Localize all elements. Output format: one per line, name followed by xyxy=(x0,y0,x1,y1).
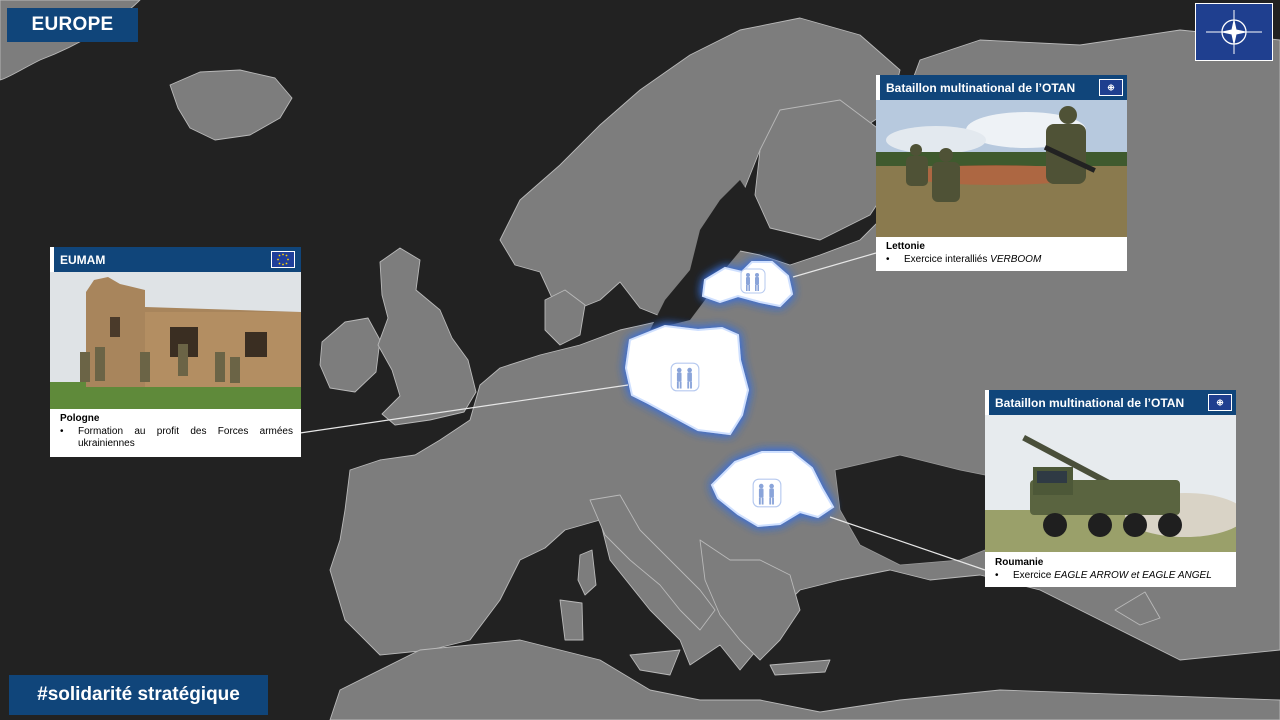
soldiers-icon xyxy=(670,362,700,397)
card-header: EUMAM xyxy=(50,247,301,272)
card-country: Pologne xyxy=(60,413,100,424)
card-header: Bataillon multinational de l’OTAN xyxy=(985,390,1236,415)
hashtag-badge: #solidarité stratégique xyxy=(9,675,268,715)
card-bullet-text: Formation au profit des Forces armées uk… xyxy=(78,426,293,449)
card-bullet: • Exercice EAGLE ARROW et EAGLE ANGEL xyxy=(995,570,1212,581)
card-country: Lettonie xyxy=(886,241,925,252)
exercise-name: EAGLE ARROW et EAGLE ANGEL xyxy=(1054,570,1212,581)
artillery-photo xyxy=(985,415,1236,552)
card-header: Bataillon multinational de l’OTAN xyxy=(876,75,1127,100)
eu-flag-icon xyxy=(271,251,295,268)
card-bullet-text: Exercice interalliés xyxy=(904,254,991,265)
card-title: Bataillon multinational de l’OTAN xyxy=(995,395,1185,410)
page-title: EUROPE xyxy=(7,8,138,42)
nato-logo-icon xyxy=(1195,3,1273,61)
soldiers-icon xyxy=(740,268,766,299)
card-title: EUMAM xyxy=(60,252,106,267)
card-bullet: • Formation au profit des Forces armées u… xyxy=(60,426,293,449)
nato-flag-icon xyxy=(1208,394,1232,411)
nato-flag-icon xyxy=(1099,79,1123,96)
eumam-card: EUMAM Pologne • Formation au profit des F… xyxy=(50,247,301,457)
card-title: Bataillon multinational de l’OTAN xyxy=(886,80,1076,95)
card-bullet-text: Exercice xyxy=(1013,570,1055,581)
exercise-name: VERBOOM xyxy=(990,254,1042,265)
romania-card: Bataillon multinational de l’OTAN Rouman… xyxy=(985,390,1236,587)
card-bullet: • Exercice interalliés VERBOOM xyxy=(886,254,1042,265)
latvia-card: Bataillon multinational de l’OTAN Letton… xyxy=(876,75,1127,271)
training-photo xyxy=(50,272,301,409)
soldiers-icon xyxy=(752,478,782,513)
exercise-photo xyxy=(876,100,1127,237)
card-country: Roumanie xyxy=(995,557,1044,568)
